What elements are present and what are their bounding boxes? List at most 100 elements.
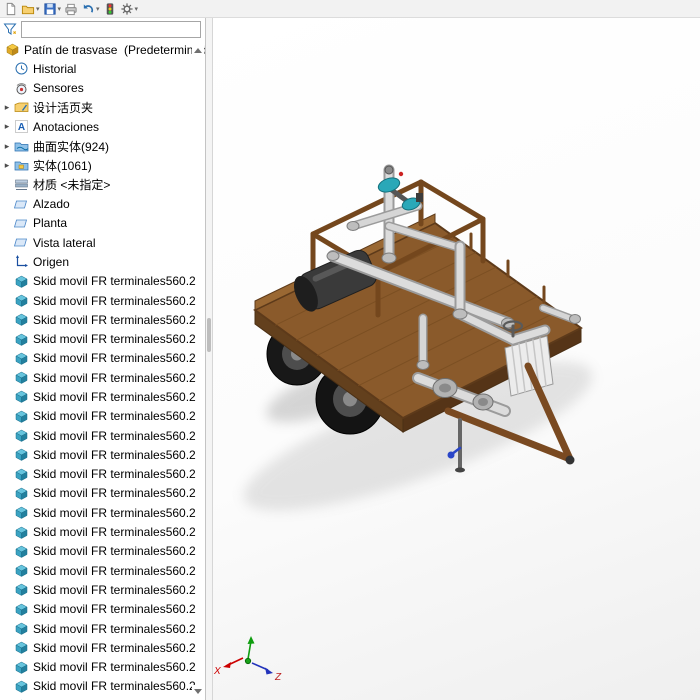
component-icon bbox=[14, 640, 29, 655]
tree-item-label: Historial bbox=[33, 61, 77, 76]
component-icon bbox=[14, 544, 29, 559]
tree-item[interactable]: Skid movil FR terminales560.2 bbox=[0, 484, 205, 503]
tree-item-label: Skid movil FR terminales560.2 bbox=[33, 409, 196, 424]
solid-bodies-icon bbox=[14, 158, 29, 173]
design-binder-icon bbox=[14, 100, 29, 115]
tree-item[interactable]: Skid movil FR terminales560.2 bbox=[0, 387, 205, 406]
tree-item[interactable]: Skid movil FR terminales560.2 bbox=[0, 561, 205, 580]
3d-model-view[interactable]: X Z bbox=[213, 18, 700, 700]
expander-arrow-icon[interactable]: ▸ bbox=[0, 102, 14, 113]
tree-item-label: Skid movil FR terminales560.2 bbox=[33, 447, 196, 462]
tree-item[interactable]: Skid movil FR terminales560.2 bbox=[0, 580, 205, 599]
tree-item[interactable]: Skid movil FR terminales560.2 bbox=[0, 310, 205, 329]
filter-funnel-icon[interactable] bbox=[3, 22, 18, 37]
tree-item-label: Skid movil FR terminales560.2 bbox=[33, 602, 196, 617]
tree-item-label: Skid movil FR terminales560.2 bbox=[33, 351, 196, 366]
tree-item[interactable]: Skid movil FR terminales560.2 bbox=[0, 426, 205, 445]
tree-item[interactable]: Sensores bbox=[0, 79, 205, 98]
tree-item[interactable]: Origen bbox=[0, 252, 205, 271]
tree-item-label: Skid movil FR terminales560.2 bbox=[33, 370, 196, 385]
component-icon bbox=[14, 312, 29, 327]
component-icon bbox=[14, 621, 29, 636]
component-icon bbox=[14, 563, 29, 578]
dropdown-caret-icon: ▾ bbox=[57, 5, 62, 13]
tree-item[interactable]: Skid movil FR terminales560.2 bbox=[0, 696, 205, 700]
tree-item[interactable]: Alzado bbox=[0, 194, 205, 213]
tree-item[interactable]: Skid movil FR terminales560.2 bbox=[0, 465, 205, 484]
tree-item[interactable]: Planta bbox=[0, 214, 205, 233]
tree-item-label: Skid movil FR terminales560.2 bbox=[33, 525, 196, 540]
plane-icon bbox=[14, 197, 29, 212]
tree-item-label: Skid movil FR terminales560.2 bbox=[33, 621, 196, 636]
quick-access-toolbar: ▾ ▾ ▾ ▾ bbox=[0, 0, 700, 18]
tree-item[interactable]: Skid movil FR terminales560.2 bbox=[0, 677, 205, 696]
rebuild-button[interactable] bbox=[103, 1, 117, 16]
tree-item-label: Sensores bbox=[33, 81, 84, 96]
component-icon bbox=[14, 525, 29, 540]
tree-item-label: Skid movil FR terminales560.2 bbox=[33, 312, 196, 327]
sensors-icon bbox=[14, 81, 29, 96]
annotations-icon: A bbox=[14, 119, 29, 134]
options-button[interactable]: ▾ bbox=[120, 1, 138, 16]
origin-icon bbox=[14, 254, 29, 269]
tree-item-label: Skid movil FR terminales560.2 bbox=[33, 544, 196, 559]
tree-item-label: Skid movil FR terminales560.2 bbox=[33, 428, 196, 443]
tree-item[interactable]: Skid movil FR terminales560.2 bbox=[0, 291, 205, 310]
component-icon bbox=[14, 582, 29, 597]
plane-icon bbox=[14, 235, 29, 250]
tree-item[interactable]: ▸ A Anotaciones bbox=[0, 117, 205, 136]
dropdown-caret-icon: ▾ bbox=[36, 5, 40, 13]
tree-item[interactable]: Skid movil FR terminales560.2 bbox=[0, 349, 205, 368]
tree-root-label: Patín de trasvase (Predeterminad bbox=[24, 42, 205, 57]
tree-item-label: 实体(1061) bbox=[33, 158, 92, 173]
tree-item[interactable]: Skid movil FR terminales560.2 bbox=[0, 503, 205, 522]
tree-item-root[interactable]: Patín de trasvase (Predeterminad bbox=[0, 40, 205, 59]
component-icon bbox=[14, 370, 29, 385]
tree-item[interactable]: Skid movil FR terminales560.2 bbox=[0, 658, 205, 677]
undo-button[interactable]: ▾ bbox=[81, 1, 100, 16]
tree-item[interactable]: Skid movil FR terminales560.2 bbox=[0, 600, 205, 619]
tree-scroll-up-button[interactable] bbox=[192, 44, 204, 56]
tree-item[interactable]: Skid movil FR terminales560.2 bbox=[0, 272, 205, 291]
tree-item[interactable]: 材质 <未指定> bbox=[0, 175, 205, 194]
expander-arrow-icon[interactable]: ▸ bbox=[0, 121, 14, 132]
panel-splitter[interactable] bbox=[206, 18, 213, 700]
new-button[interactable] bbox=[4, 1, 18, 16]
tree-item[interactable]: Skid movil FR terminales560.2 bbox=[0, 542, 205, 561]
tree-item[interactable]: Skid movil FR terminales560.2 bbox=[0, 445, 205, 464]
svg-text:A: A bbox=[18, 122, 25, 133]
tree-item[interactable]: Skid movil FR terminales560.2 bbox=[0, 368, 205, 387]
tree-item[interactable]: Skid movil FR terminales560.2 bbox=[0, 619, 205, 638]
history-icon bbox=[14, 61, 29, 76]
component-icon bbox=[14, 660, 29, 675]
expander-arrow-icon[interactable]: ▸ bbox=[0, 141, 14, 152]
tree-scroll-down-button[interactable] bbox=[192, 685, 204, 697]
save-button[interactable]: ▾ bbox=[43, 1, 62, 16]
splitter-grip[interactable] bbox=[207, 318, 211, 352]
component-icon bbox=[14, 486, 29, 501]
tree-item-label: Vista lateral bbox=[33, 235, 96, 250]
tree-item-label: Skid movil FR terminales560.2 bbox=[33, 660, 196, 675]
tree-item[interactable]: Skid movil FR terminales560.2 bbox=[0, 407, 205, 426]
tree-item[interactable]: Historial bbox=[0, 59, 205, 78]
component-icon bbox=[14, 428, 29, 443]
graphics-viewport[interactable]: X Z bbox=[213, 18, 700, 700]
triad-z-label: Z bbox=[274, 672, 282, 683]
tree-item[interactable]: Skid movil FR terminales560.2 bbox=[0, 329, 205, 348]
print-button[interactable] bbox=[64, 1, 78, 16]
tree-item[interactable]: Vista lateral bbox=[0, 233, 205, 252]
tree-item-label: Alzado bbox=[33, 197, 70, 212]
expander-arrow-icon[interactable]: ▸ bbox=[0, 160, 14, 171]
tree-item-label: Skid movil FR terminales560.2 bbox=[33, 274, 196, 289]
tree-item[interactable]: Skid movil FR terminales560.2 bbox=[0, 638, 205, 657]
open-button[interactable]: ▾ bbox=[21, 1, 40, 16]
component-icon bbox=[14, 602, 29, 617]
tree-item[interactable]: ▸ 实体(1061) bbox=[0, 156, 205, 175]
tree-item[interactable]: ▸ 曲面实体(924) bbox=[0, 136, 205, 155]
tree-item[interactable]: Skid movil FR terminales560.2 bbox=[0, 522, 205, 541]
component-icon bbox=[14, 274, 29, 289]
surface-bodies-icon bbox=[14, 139, 29, 154]
tree-filter-input[interactable] bbox=[21, 20, 201, 38]
tree-item[interactable]: ▸ 设计活页夹 bbox=[0, 98, 205, 117]
feature-manager-panel: Patín de trasvase (Predeterminad Histori… bbox=[0, 18, 206, 700]
